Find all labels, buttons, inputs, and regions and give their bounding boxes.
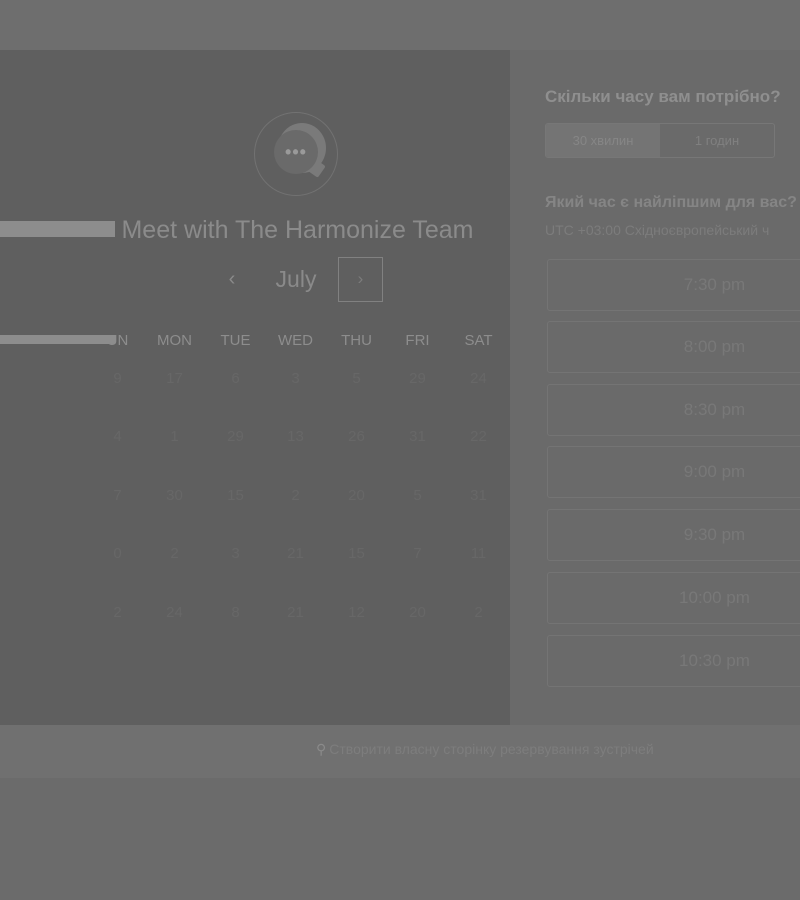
- calendar-day[interactable]: 11: [448, 545, 509, 562]
- next-month-button[interactable]: ›: [338, 257, 383, 302]
- calendar-day[interactable]: 21: [265, 604, 326, 621]
- calendar-day[interactable]: 6: [205, 370, 266, 387]
- timezone-selector[interactable]: UTC +03:00 Східноєвропейський ч: [545, 222, 769, 238]
- footer: ⚲ Створити власну сторінку резервування з…: [0, 725, 800, 778]
- duration-1-hour-option[interactable]: 1 годин: [660, 124, 774, 157]
- calendar-day[interactable]: 0: [87, 545, 148, 562]
- time-slot-label: 10:30 pm: [679, 651, 750, 670]
- time-slot-label: 7:30 pm: [683, 275, 746, 294]
- weekday-fri: FRI: [405, 332, 430, 349]
- time-slot[interactable]: 8:00 pm: [547, 321, 800, 373]
- calendar-day[interactable]: 13: [265, 428, 326, 445]
- calendar-day[interactable]: 24: [144, 604, 205, 621]
- weekday-tue: TUE: [220, 332, 251, 349]
- page-background: [0, 778, 800, 900]
- create-booking-page-label: Створити власну сторінку резервування зу…: [329, 741, 654, 757]
- time-slot-label: 8:00 pm: [683, 337, 746, 356]
- time-slot[interactable]: 8:30 pm: [547, 384, 800, 436]
- month-label: July: [275, 266, 317, 292]
- duration-toggle: 30 хвилин 1 годин: [545, 123, 775, 158]
- calendar-day[interactable]: 4: [87, 428, 148, 445]
- calendar-day[interactable]: 26: [326, 428, 387, 445]
- duration-30-min-option[interactable]: 30 хвилин: [546, 124, 660, 157]
- meeting-title: Meet with The Harmonize Team: [121, 216, 474, 244]
- calendar-day[interactable]: 2: [144, 545, 205, 562]
- chat-bubble-front-icon: •••: [274, 130, 318, 174]
- weekday-mon: MON: [157, 332, 192, 349]
- time-slot[interactable]: 7:30 pm: [547, 259, 800, 311]
- time-selection-panel: Скільки часу вам потрібно? 30 хвилин 1 г…: [510, 50, 800, 725]
- weekday-sun: UN: [106, 332, 129, 349]
- create-booking-page-link[interactable]: ⚲ Створити власну сторінку резервування з…: [316, 741, 654, 758]
- calendar-day[interactable]: 2: [265, 487, 326, 504]
- weekday-thu: THU: [341, 332, 372, 349]
- calendar-day[interactable]: 9: [87, 370, 148, 387]
- calendar-day[interactable]: 12: [326, 604, 387, 621]
- calendar-day[interactable]: 3: [265, 370, 326, 387]
- calendar-day[interactable]: 30: [144, 487, 205, 504]
- time-slot[interactable]: 10:00 pm: [547, 572, 800, 624]
- calendar-day[interactable]: 24: [448, 370, 509, 387]
- calendar-day[interactable]: 2: [87, 604, 148, 621]
- calendar-day[interactable]: 5: [387, 487, 448, 504]
- weekday-header: UN MON TUE WED THU FRI SAT: [87, 332, 510, 352]
- calendar-day[interactable]: 2: [448, 604, 509, 621]
- calendar-day[interactable]: 31: [448, 487, 509, 504]
- sprocket-icon: ⚲: [316, 741, 327, 757]
- time-question: Який час є найліпшим для вас?: [545, 194, 797, 211]
- team-logo: •••: [254, 112, 338, 196]
- calendar-day[interactable]: 5: [326, 370, 387, 387]
- calendar-day[interactable]: 7: [87, 487, 148, 504]
- day-grid: 9 17 6 3 5 29 24 4 1 29 13 26 31 22 7 30 15 2 20 5 31 0 2 3 21 15…: [87, 370, 510, 670]
- calendar-day[interactable]: 8: [205, 604, 266, 621]
- calendar-day[interactable]: 22: [448, 428, 509, 445]
- calendar-day[interactable]: 15: [205, 487, 266, 504]
- calendar-day[interactable]: 1: [144, 428, 205, 445]
- weekday-sat: SAT: [464, 332, 493, 349]
- previous-month-button[interactable]: ‹: [218, 262, 246, 296]
- calendar-day[interactable]: 31: [387, 428, 448, 445]
- calendar-panel: ••• Meet with The Harmonize Team ‹ July …: [0, 50, 510, 725]
- time-slot-label: 9:00 pm: [683, 462, 746, 481]
- calendar-day[interactable]: 15: [326, 545, 387, 562]
- calendar-day[interactable]: 21: [265, 545, 326, 562]
- calendar-day[interactable]: 7: [387, 545, 448, 562]
- time-slot-label: 8:30 pm: [683, 400, 746, 419]
- duration-question: Скільки часу вам потрібно?: [545, 87, 781, 106]
- top-header-strip: [0, 0, 800, 50]
- time-slot[interactable]: 10:30 pm: [547, 635, 800, 687]
- weekday-wed: WED: [278, 332, 313, 349]
- ellipsis-icon: •••: [285, 142, 307, 162]
- calendar-day[interactable]: 20: [326, 487, 387, 504]
- time-slot[interactable]: 9:00 pm: [547, 446, 800, 498]
- calendar-day[interactable]: 20: [387, 604, 448, 621]
- time-slot-label: 10:00 pm: [679, 588, 750, 607]
- calendar-day[interactable]: 3: [205, 545, 266, 562]
- time-slot-label: 9:30 pm: [683, 525, 746, 544]
- calendar-day[interactable]: 29: [205, 428, 266, 445]
- calendar-day[interactable]: 17: [144, 370, 205, 387]
- calendar-day[interactable]: 29: [387, 370, 448, 387]
- time-slot[interactable]: 9:30 pm: [547, 509, 800, 561]
